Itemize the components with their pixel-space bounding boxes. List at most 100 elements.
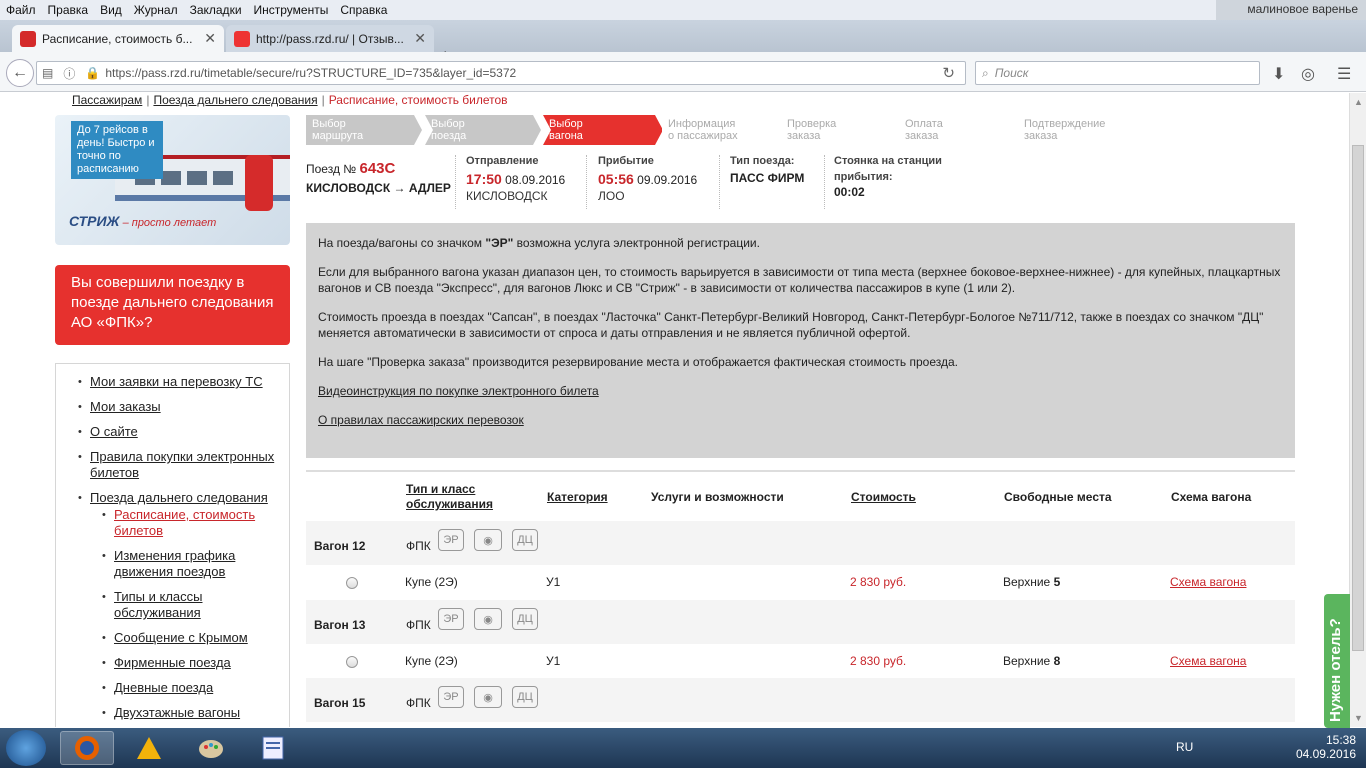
sidebar-item-long-distance[interactable]: Поезда дальнего следования — [78, 490, 289, 506]
booking-steps: Выбор маршрута Выбор поезда Выбор вагона Ин… — [306, 115, 1146, 145]
video-instruction-link[interactable]: Видеоинструкция по покупке электронного … — [318, 384, 599, 398]
car-radio[interactable] — [346, 656, 358, 668]
menu-edit[interactable]: Правка — [42, 3, 95, 17]
col-type[interactable]: Тип и класс обслуживания — [406, 482, 493, 512]
rules-link[interactable]: О правилах пассажирских перевозок — [318, 413, 524, 427]
sidebar-item-changes[interactable]: Изменения графика движения поездов — [102, 548, 289, 580]
sidebar-item-crimea[interactable]: Сообщение с Крымом — [102, 630, 289, 646]
menu-help[interactable]: Справка — [334, 3, 393, 17]
car-radio[interactable] — [346, 577, 358, 589]
scroll-down-icon[interactable]: ▼ — [1354, 713, 1363, 723]
car-name: Вагон 15 — [314, 696, 366, 710]
departure-time: 17:50 — [466, 171, 502, 187]
url-bar[interactable]: ▤ ⓘ 🔒 https://pass.rzd.ru/timetable/secu… — [36, 61, 966, 85]
sidebar-item-about[interactable]: О сайте — [78, 424, 289, 440]
er-badge-icon: ЭР — [438, 686, 464, 708]
close-icon[interactable]: ✕ — [204, 30, 216, 47]
scroll-up-icon[interactable]: ▲ — [1354, 97, 1363, 107]
close-icon[interactable]: ✕ — [414, 30, 426, 47]
pocket-icon[interactable]: ◎ — [1301, 64, 1315, 84]
menu-tools[interactable]: Инструменты — [248, 3, 335, 17]
tab-schedule[interactable]: Расписание, стоимость б... ✕ — [12, 25, 224, 52]
cars-table-header: Тип и класс обслуживания Категория Услуги… — [306, 470, 1295, 520]
system-clock[interactable]: 15:38 04.09.2016 — [1296, 733, 1356, 761]
sidebar-item-branded[interactable]: Фирменные поезда — [102, 655, 289, 671]
dc-badge-icon: ДЦ — [512, 686, 538, 708]
car-name: Вагон 12 — [314, 539, 366, 553]
tab-review[interactable]: http://pass.rzd.ru/ | Отзыв... ✕ — [226, 25, 434, 52]
info-reservation: На шаге "Проверка заказа" производится р… — [318, 355, 959, 369]
sidebar-item-schedule[interactable]: Расписание, стоимость билетов — [102, 507, 289, 539]
train-number: 643С — [359, 160, 396, 177]
train-label: Поезд № — [306, 162, 357, 176]
free-seats: Верхние 5 — [1003, 575, 1061, 589]
search-input[interactable]: ⌕ Поиск — [975, 61, 1260, 85]
info-icon[interactable]: ⓘ — [58, 65, 80, 82]
free-seats: Верхние 8 — [1003, 654, 1061, 668]
menu-icon[interactable]: ☰ — [1337, 64, 1351, 84]
step-route[interactable]: Выбор маршрута — [306, 115, 422, 145]
sidebar-item-double-decker[interactable]: Двухэтажные вагоны — [102, 705, 289, 721]
menu-bookmarks[interactable]: Закладки — [184, 3, 248, 17]
tab-bar: Расписание, стоимость б... ✕ http://pass… — [0, 20, 1366, 66]
app-taskbar-icon[interactable] — [122, 731, 176, 765]
menu-file[interactable]: Файл — [0, 3, 42, 17]
url-text[interactable]: https://pass.rzd.ru/timetable/secure/ru?… — [105, 66, 932, 80]
sidebar-item-requests[interactable]: Мои заявки на перевозку ТС — [78, 374, 289, 390]
step-train[interactable]: Выбор поезда — [425, 115, 541, 145]
scheme-link[interactable]: Схема вагона — [1170, 654, 1246, 668]
sidebar-item-classes[interactable]: Типы и классы обслуживания — [102, 589, 289, 621]
firefox-taskbar-icon[interactable] — [60, 731, 114, 765]
sidebar-item-orders[interactable]: Мои заказы — [78, 399, 289, 415]
step-car: Выбор вагона — [543, 115, 663, 145]
car-category: У1 — [546, 575, 561, 589]
search-placeholder: Поиск — [994, 66, 1029, 80]
info-dynamic-price: Стоимость проезда в поездах "Сапсан", в … — [318, 310, 1264, 340]
download-icon[interactable]: ⬇ — [1272, 64, 1285, 84]
step-passengers: Информация о пассажирах — [662, 115, 780, 145]
stop-duration: 00:02 — [834, 185, 865, 199]
strizh-promo-banner[interactable]: До 7 рейсов в день! Быстро и точно по ра… — [55, 115, 290, 245]
carrier: ФПК — [406, 539, 431, 553]
tab-label: Расписание, стоимость б... — [42, 31, 193, 46]
departure-block: Отправление 17:50 08.09.2016 КИСЛОВОДСК — [466, 155, 566, 203]
table-row: Купе (2Э) У1 2 830 руб. Верхние 5 Схема … — [306, 565, 1295, 599]
arrival-time: 05:56 — [598, 171, 634, 187]
info-er: На поезда/вагоны со значком "ЭР" возможн… — [318, 236, 760, 250]
menu-view[interactable]: Вид — [94, 3, 128, 17]
meal-badge-icon: ◉ — [474, 686, 502, 708]
language-indicator[interactable]: RU — [1176, 740, 1193, 754]
page-icon[interactable]: ▤ — [37, 66, 58, 80]
stop-block: Стоянка на станции прибытия: 00:02 — [834, 155, 942, 199]
step-confirm: Подтверждение заказа — [1018, 115, 1146, 145]
back-button[interactable]: ← — [6, 59, 34, 87]
reload-icon[interactable]: ↻ — [932, 64, 965, 82]
wordpad-taskbar-icon[interactable] — [246, 731, 300, 765]
crumb-passengers[interactable]: Пассажирам — [72, 93, 142, 107]
promo-text: До 7 рейсов в день! Быстро и точно по ра… — [71, 121, 163, 179]
step-payment: Оплата заказа — [899, 115, 1017, 145]
dc-badge-icon: ДЦ — [512, 529, 538, 551]
hotel-side-tab[interactable]: Нужен отель? — [1324, 594, 1350, 728]
start-button[interactable] — [6, 730, 46, 766]
tab-label: http://pass.rzd.ru/ | Отзыв... — [256, 31, 404, 46]
er-badge-icon: ЭР — [438, 608, 464, 630]
page-scrollbar[interactable]: ▲ ▼ — [1349, 93, 1366, 727]
breadcrumb: Пассажирам | Поезда дальнего следования | Ра… — [72, 93, 508, 107]
meal-badge-icon: ◉ — [474, 529, 502, 551]
sidebar-item-day-trains[interactable]: Дневные поезда — [102, 680, 289, 696]
scheme-link[interactable]: Схема вагона — [1170, 575, 1246, 589]
fpk-survey-banner[interactable]: Вы совершили поездку в поезде дальнего с… — [55, 265, 290, 345]
train-route: КИСЛОВОДСК → АДЛЕР — [306, 181, 451, 195]
departure-station: КИСЛОВОДСК — [466, 189, 548, 203]
menu-history[interactable]: Журнал — [128, 3, 184, 17]
car-group: Вагон 12 ФПК ЭР ◉ ДЦ — [306, 521, 1295, 565]
paint-taskbar-icon[interactable] — [184, 731, 238, 765]
rzd-favicon-icon — [20, 30, 36, 47]
carrier: ФПК — [406, 618, 431, 632]
col-price[interactable]: Стоимость — [851, 490, 916, 505]
col-category[interactable]: Категория — [547, 490, 608, 505]
sidebar-item-rules[interactable]: Правила покупки электронных билетов — [78, 449, 289, 481]
crumb-long-distance[interactable]: Поезда дальнего следования — [153, 93, 317, 107]
scroll-thumb[interactable] — [1352, 145, 1364, 651]
